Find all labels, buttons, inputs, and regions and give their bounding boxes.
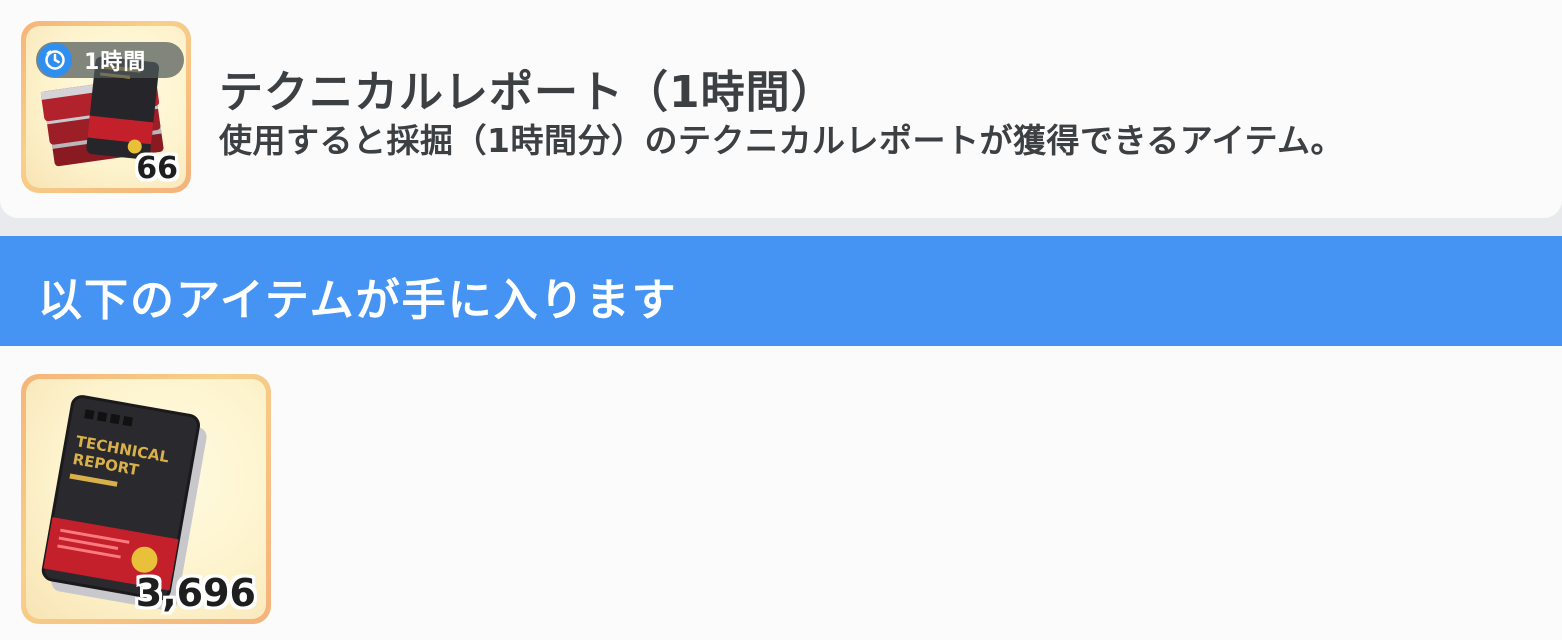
reward-item-quantity: 3,696 [135, 571, 256, 615]
rewards-header-banner: 以下のアイテムが手に入ります [0, 236, 1562, 346]
item-detail-screen: 1時間 66 テクニカルレポート（1時間） 使用すると採掘（1時間分）のテクニカ… [0, 0, 1562, 640]
item-info-card: 1時間 66 テクニカルレポート（1時間） 使用すると採掘（1時間分）のテクニカ… [0, 0, 1562, 218]
item-thumbnail[interactable]: 1時間 66 [21, 21, 191, 193]
duration-badge: 1時間 [36, 42, 184, 78]
item-title: テクニカルレポート（1時間） [219, 67, 836, 118]
reward-item-thumbnail[interactable]: TECHNICAL REPORT 3,696 [21, 374, 271, 624]
item-description: 使用すると採掘（1時間分）のテクニカルレポートが獲得できるアイテム。 [219, 121, 1345, 160]
item-thumbnail-inner: 1時間 66 [26, 26, 186, 188]
rewards-header-title: 以下のアイテムが手に入ります [38, 275, 678, 326]
duration-badge-label: 1時間 [84, 50, 147, 75]
item-quantity: 66 [136, 151, 178, 186]
clock-icon [38, 43, 72, 77]
reward-item-thumbnail-inner: TECHNICAL REPORT 3,696 [26, 379, 266, 619]
